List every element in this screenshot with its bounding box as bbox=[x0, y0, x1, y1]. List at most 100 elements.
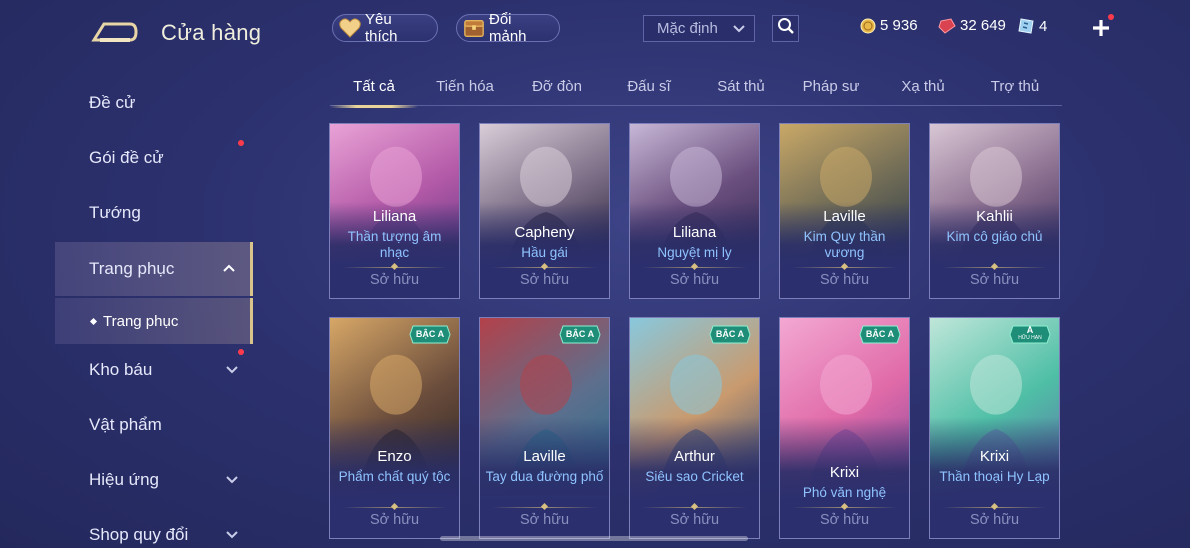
card-divider bbox=[642, 267, 747, 268]
skin-name: Kim cô giáo chủ bbox=[946, 229, 1043, 244]
card-divider bbox=[792, 507, 897, 508]
chevron-down-icon bbox=[732, 22, 746, 40]
tier-label: BẬC A bbox=[565, 329, 595, 339]
ownership-status: Sở hữu bbox=[969, 512, 1020, 528]
skin-card[interactable]: A HỮU HẠN Krixi Thần thoại Hy Lạp Sở hữu bbox=[929, 317, 1060, 539]
tab-label: Pháp sư bbox=[802, 78, 860, 95]
ownership-status: Sở hữu bbox=[369, 272, 420, 288]
skin-card[interactable]: BẬC A Laville Tay đua đường phố Sở hữu bbox=[479, 317, 610, 539]
fragment-exchange-button[interactable]: Đổi mảnh bbox=[456, 11, 560, 45]
hero-name: Arthur bbox=[674, 448, 715, 465]
skin-card[interactable]: BẬC A Krixi Phó văn nghệ Sở hữu bbox=[779, 317, 910, 539]
ownership-status: Sở hữu bbox=[969, 272, 1020, 288]
hero-name: Krixi bbox=[979, 448, 1010, 465]
tier-badge: BẬC A bbox=[709, 325, 751, 344]
skin-card[interactable]: Liliana Thần tượng âm nhạc Sở hữu bbox=[329, 123, 460, 299]
chevron-down-icon bbox=[225, 472, 239, 492]
sidebar-item-effects[interactable]: Hiệu ứng bbox=[55, 454, 253, 506]
hero-name: Enzo bbox=[377, 448, 412, 465]
tab-evolution[interactable]: Tiến hóa bbox=[426, 78, 504, 106]
ownership-status: Sở hữu bbox=[669, 512, 720, 528]
sidebar-subitem-skins[interactable]: Trang phục bbox=[55, 298, 253, 344]
skin-name: Siêu sao Cricket bbox=[645, 469, 744, 484]
skin-name: Phó văn nghệ bbox=[802, 485, 887, 500]
tier-sub-label: HỮU HẠN bbox=[1018, 335, 1042, 341]
tier-badge: A HỮU HẠN bbox=[1009, 325, 1051, 344]
page-title: Cửa hàng bbox=[161, 20, 262, 45]
chevron-down-icon bbox=[225, 362, 239, 382]
plus-icon bbox=[1093, 20, 1109, 36]
favorite-button[interactable]: Yêu thích bbox=[332, 11, 438, 45]
tab-label: Xạ thủ bbox=[901, 78, 945, 95]
sort-value: Mặc định bbox=[657, 20, 718, 37]
sidebar-item-label: Đề cử bbox=[89, 93, 136, 112]
fragment-label: Đổi mảnh bbox=[489, 11, 527, 45]
tab-fighter[interactable]: Đấu sĩ bbox=[610, 78, 688, 106]
skin-card[interactable]: Liliana Nguyệt mị ly Sở hữu bbox=[629, 123, 760, 299]
sidebar-item-label: Vật phẩm bbox=[89, 415, 162, 434]
tier-label: A HỮU HẠN bbox=[1009, 326, 1051, 342]
sort-dropdown[interactable]: Mặc định bbox=[643, 15, 755, 42]
hero-name: Krixi bbox=[829, 464, 860, 481]
ruby-balance: 32 649 bbox=[938, 17, 1006, 34]
search-button[interactable] bbox=[772, 15, 799, 42]
ownership-status: Sở hữu bbox=[519, 272, 570, 288]
tab-tank[interactable]: Đỡ đòn bbox=[518, 78, 596, 106]
sidebar-item-heroes[interactable]: Tướng bbox=[55, 187, 253, 239]
hero-name: Laville bbox=[523, 448, 566, 465]
ownership-status: Sở hữu bbox=[819, 272, 870, 288]
card-divider bbox=[792, 267, 897, 268]
skin-name: Tay đua đường phố bbox=[485, 469, 604, 484]
heart-icon bbox=[339, 17, 361, 39]
ownership-status: Sở hữu bbox=[369, 512, 420, 528]
sidebar-item-label: Tướng bbox=[89, 203, 141, 222]
skin-grid: Liliana Thần tượng âm nhạc Sở hữu Capheny Hầ… bbox=[329, 123, 1069, 548]
tab-all[interactable]: Tất cả bbox=[330, 78, 418, 108]
sidebar: Đề cử Gói đề cử Tướng Trang phục Trang p… bbox=[55, 74, 255, 548]
gold-coin-icon bbox=[860, 18, 876, 34]
tab-support[interactable]: Trợ thủ bbox=[976, 78, 1054, 106]
card-divider bbox=[492, 267, 597, 268]
sidebar-item-exchange-shop[interactable]: Shop quy đổi bbox=[55, 509, 253, 548]
tab-label: Tất cả bbox=[353, 78, 395, 95]
sidebar-item-recommended[interactable]: Đề cử bbox=[55, 77, 253, 129]
back-arrow-icon[interactable] bbox=[90, 18, 138, 46]
skin-name: Thần thoại Hy Lạp bbox=[939, 469, 1050, 484]
tab-label: Sát thủ bbox=[717, 78, 765, 95]
skin-name: Phẩm chất quý tộc bbox=[338, 469, 451, 484]
sidebar-item-skins[interactable]: Trang phục bbox=[55, 242, 253, 296]
skin-card[interactable]: BẬC A Enzo Phẩm chất quý tộc Sở hữu bbox=[329, 317, 460, 539]
skin-name: Kim Quy thần vương bbox=[803, 229, 886, 260]
sidebar-item-label: Kho báu bbox=[89, 360, 153, 379]
card-divider bbox=[942, 267, 1047, 268]
skin-card[interactable]: Kahlii Kim cô giáo chủ Sở hữu bbox=[929, 123, 1060, 299]
notification-dot bbox=[238, 349, 244, 355]
add-currency-button[interactable] bbox=[1090, 14, 1114, 39]
chevron-down-icon bbox=[225, 527, 239, 547]
card-divider bbox=[492, 507, 597, 508]
gold-balance: 5 936 bbox=[860, 17, 918, 34]
sidebar-item-items[interactable]: Vật phẩm bbox=[55, 399, 253, 451]
category-tabs: Tất cả Tiến hóa Đỡ đòn Đấu sĩ Sát thủ Ph… bbox=[330, 70, 1062, 108]
notification-dot bbox=[1108, 14, 1114, 20]
tab-assassin[interactable]: Sát thủ bbox=[702, 78, 780, 106]
tab-mage[interactable]: Pháp sư bbox=[792, 78, 870, 106]
treasure-chest-icon bbox=[463, 17, 485, 39]
skin-card[interactable]: Capheny Hầu gái Sở hữu bbox=[479, 123, 610, 299]
notification-dot bbox=[238, 140, 244, 146]
ruby-amount: 32 649 bbox=[960, 17, 1006, 34]
tab-marksman[interactable]: Xạ thủ bbox=[884, 78, 962, 106]
hero-name: Capheny bbox=[514, 224, 575, 241]
skin-card[interactable]: Laville Kim Quy thần vương Sở hữu bbox=[779, 123, 910, 299]
horizontal-scrollbar[interactable] bbox=[440, 536, 748, 541]
skin-name: Thần tượng âm nhạc bbox=[347, 229, 442, 260]
hero-name: Laville bbox=[823, 208, 866, 225]
ticket-balance: 4 bbox=[1017, 17, 1047, 35]
gold-amount: 5 936 bbox=[880, 17, 918, 34]
card-divider bbox=[642, 507, 747, 508]
skin-name: Nguyệt mị ly bbox=[657, 245, 732, 260]
tier-label: BẬC A bbox=[415, 329, 445, 339]
sidebar-item-bundles[interactable]: Gói đề cử bbox=[55, 132, 253, 184]
sidebar-item-treasure[interactable]: Kho báu bbox=[55, 344, 253, 396]
skin-card[interactable]: BẬC A Arthur Siêu sao Cricket Sở hữu bbox=[629, 317, 760, 539]
